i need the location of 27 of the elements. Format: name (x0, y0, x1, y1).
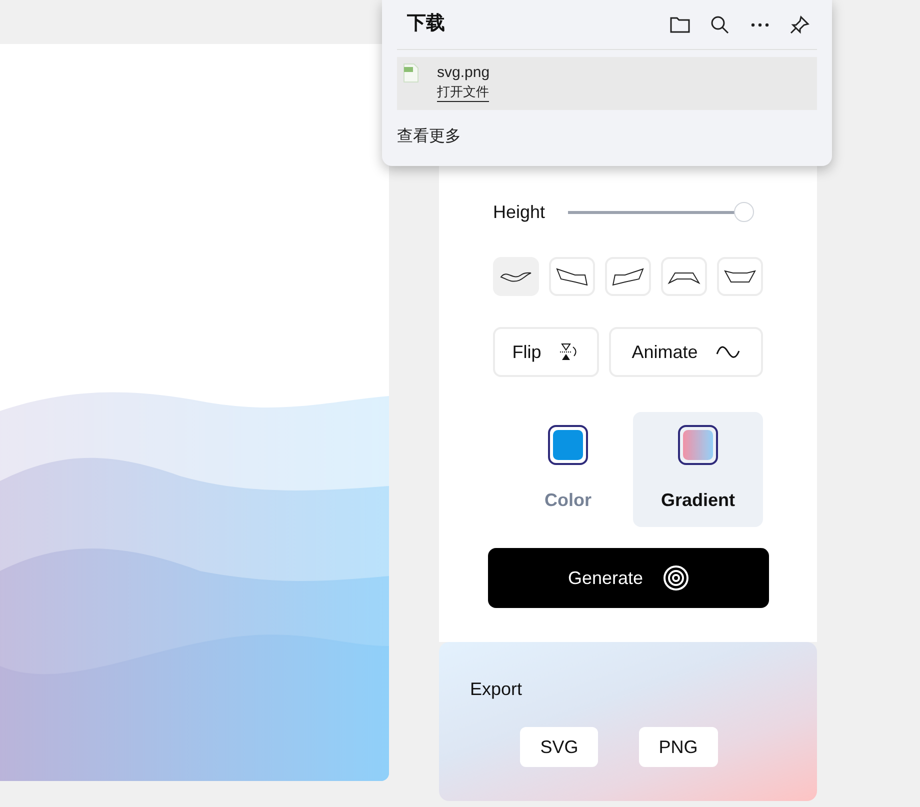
file-name: svg.png (437, 63, 490, 83)
swatch-icon (683, 430, 713, 460)
swatch-icon (553, 430, 583, 460)
toggle-button[interactable]: Animate (608, 327, 763, 377)
generate-button[interactable]: Generate (488, 548, 769, 608)
wave-icon (716, 345, 740, 359)
see-more-link[interactable]: 查看更多 (397, 125, 461, 149)
popup-title: 下载 (407, 12, 446, 36)
fill-mode-tab[interactable]: Gradient (633, 412, 763, 527)
slider[interactable] (568, 202, 754, 222)
shape-button[interactable] (549, 257, 595, 296)
export-title: Export (470, 678, 524, 701)
pin-icon[interactable] (789, 14, 811, 34)
shape-button[interactable] (661, 257, 707, 296)
slider-label: Height (493, 200, 546, 224)
export-button[interactable]: SVG (520, 727, 598, 767)
toggle-button[interactable]: Flip (493, 327, 599, 377)
download-item[interactable]: svg.png 打开文件 (397, 57, 817, 110)
open-file-link[interactable]: 打开文件 (437, 83, 489, 102)
image-file-icon (402, 63, 420, 83)
shape-button[interactable] (493, 257, 539, 296)
target-icon (663, 565, 690, 591)
folder-icon[interactable] (669, 14, 691, 34)
search-icon[interactable] (709, 14, 731, 34)
export-button[interactable]: PNG (638, 727, 718, 767)
shape-button[interactable] (605, 257, 651, 296)
shape-button[interactable] (717, 257, 763, 296)
